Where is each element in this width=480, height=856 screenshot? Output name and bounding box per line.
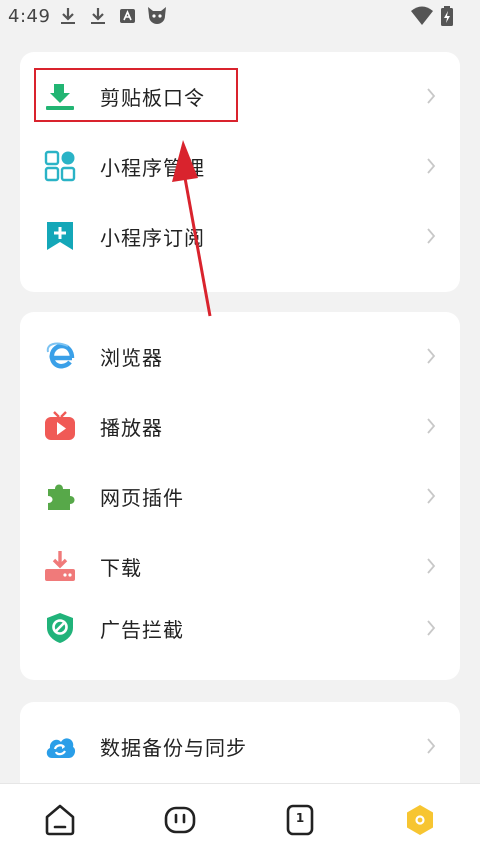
browser-label: 浏览器 bbox=[100, 346, 163, 370]
shield-block-icon bbox=[47, 613, 73, 643]
chevron-right-icon bbox=[427, 88, 436, 104]
web-plugin-row[interactable]: 网页插件 bbox=[20, 466, 460, 526]
browser-row[interactable]: 浏览器 bbox=[20, 326, 460, 386]
battery-icon bbox=[441, 6, 453, 26]
status-time: 4:49 bbox=[8, 6, 51, 27]
home-button[interactable] bbox=[42, 802, 78, 838]
download-icon bbox=[61, 8, 75, 24]
player-label: 播放器 bbox=[100, 416, 163, 440]
status-bar: 4:49 bbox=[0, 0, 480, 32]
cloud-sync-icon bbox=[46, 738, 76, 758]
chevron-right-icon bbox=[427, 418, 436, 434]
mini-program-manage-label: 小程序管理 bbox=[100, 156, 205, 180]
ad-block-label: 广告拦截 bbox=[100, 618, 184, 642]
home-icon bbox=[45, 804, 75, 836]
download-tray-icon bbox=[45, 551, 75, 581]
mini-program-subscribe-row[interactable]: 小程序订阅 bbox=[20, 206, 460, 266]
browser-e-icon bbox=[46, 342, 75, 369]
bookmark-add-icon bbox=[47, 222, 73, 250]
profile-hexagon-icon bbox=[407, 805, 433, 835]
profile-button[interactable] bbox=[402, 802, 438, 838]
tab-count: 1 bbox=[295, 811, 305, 825]
download-label: 下载 bbox=[100, 556, 142, 580]
bottom-nav: 1 bbox=[0, 783, 480, 856]
ad-block-row[interactable]: 广告拦截 bbox=[20, 598, 460, 658]
cat-mascot-icon bbox=[148, 7, 166, 24]
mini-program-manage-row[interactable]: 小程序管理 bbox=[20, 136, 460, 196]
backup-sync-row[interactable]: 数据备份与同步 bbox=[20, 716, 460, 776]
backup-sync-label: 数据备份与同步 bbox=[100, 736, 247, 760]
download-icon bbox=[91, 8, 105, 24]
download-row[interactable]: 下载 bbox=[20, 536, 460, 596]
chevron-right-icon bbox=[427, 158, 436, 174]
robot-face-icon bbox=[164, 806, 196, 834]
tv-player-icon bbox=[45, 411, 75, 440]
chevron-right-icon bbox=[427, 558, 436, 574]
chevron-right-icon bbox=[427, 620, 436, 636]
highlight-box bbox=[34, 68, 238, 122]
chevron-right-icon bbox=[427, 488, 436, 504]
font-app-icon bbox=[120, 9, 135, 23]
wifi-icon bbox=[411, 6, 433, 25]
puzzle-icon bbox=[48, 484, 75, 510]
mini-program-grid-icon bbox=[44, 150, 76, 182]
tools-card: 浏览器 播放器 网页插件 下载 广告拦截 bbox=[20, 312, 460, 680]
web-plugin-label: 网页插件 bbox=[100, 486, 184, 510]
chevron-right-icon bbox=[427, 348, 436, 364]
chevron-right-icon bbox=[427, 738, 436, 754]
chevron-right-icon bbox=[427, 228, 436, 244]
player-row[interactable]: 播放器 bbox=[20, 396, 460, 456]
mini-program-subscribe-label: 小程序订阅 bbox=[100, 226, 205, 250]
assistant-button[interactable] bbox=[162, 802, 198, 838]
tabs-button[interactable]: 1 bbox=[282, 802, 318, 838]
